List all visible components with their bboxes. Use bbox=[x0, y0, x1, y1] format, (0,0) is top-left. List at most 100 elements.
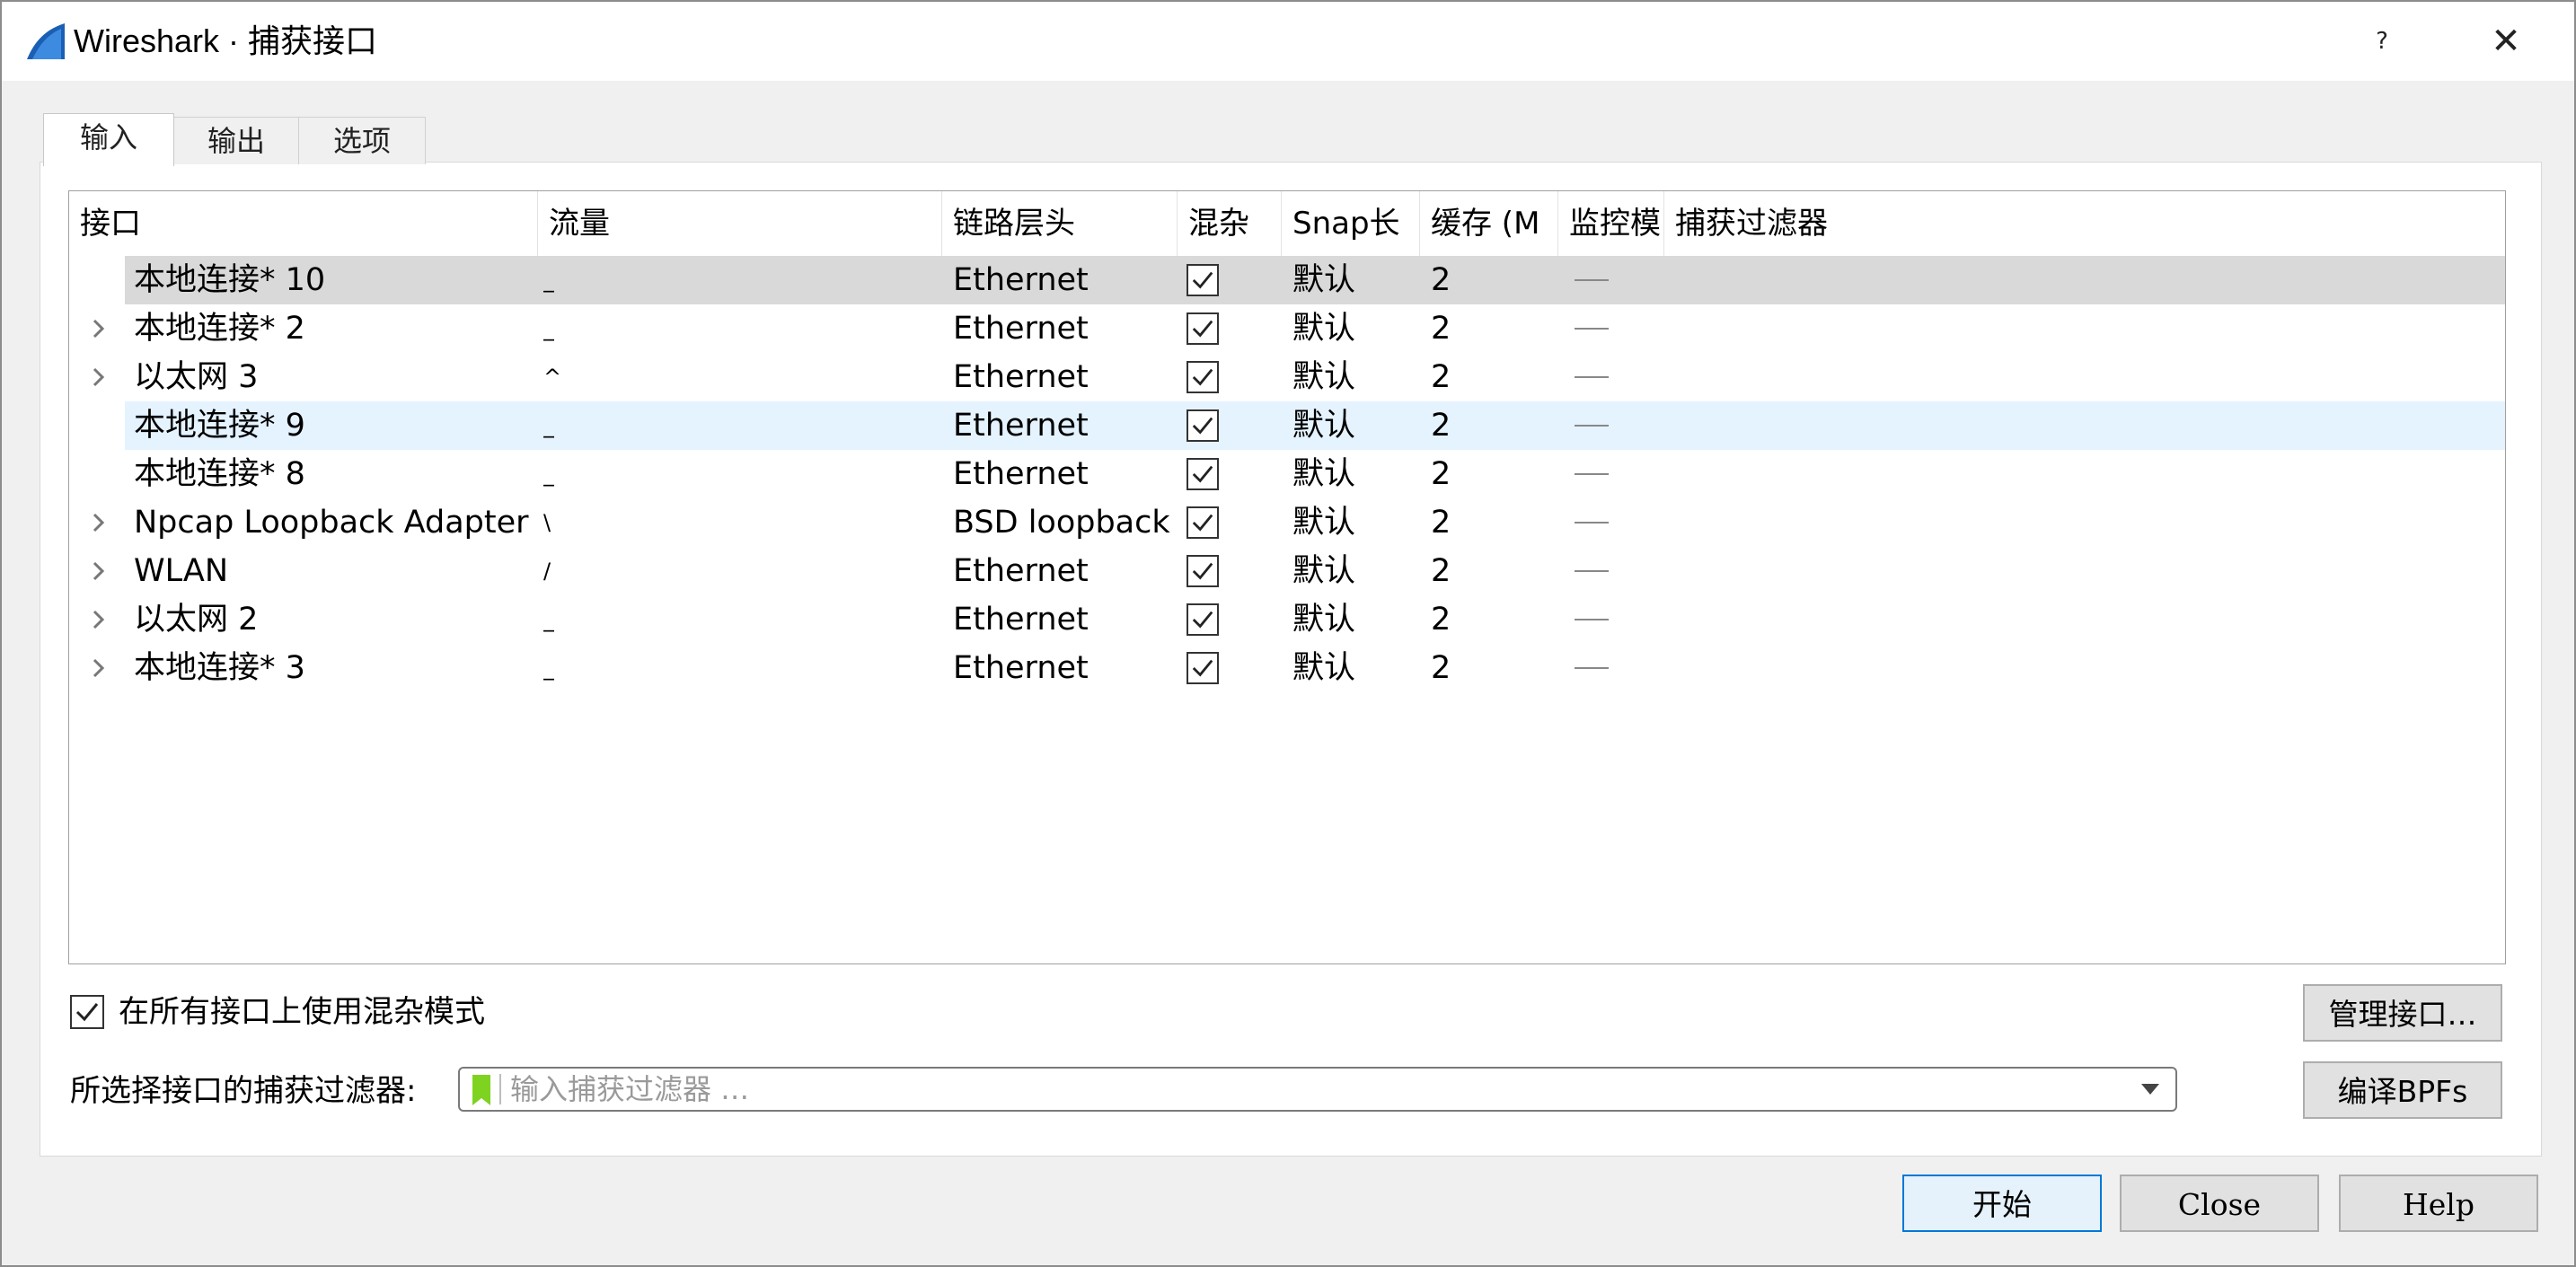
interface-name: Npcap Loopback Adapter bbox=[134, 505, 529, 541]
traffic-sparkline: _ bbox=[543, 268, 554, 293]
chevron-right-icon[interactable] bbox=[87, 512, 109, 533]
link-layer-header: Ethernet bbox=[953, 408, 1089, 444]
link-layer-header: Ethernet bbox=[953, 602, 1089, 638]
check-icon bbox=[1192, 368, 1213, 386]
promiscuous-checkbox[interactable] bbox=[1187, 458, 1219, 490]
link-layer-header: BSD loopback bbox=[953, 505, 1170, 541]
check-icon bbox=[1192, 659, 1213, 677]
table-row[interactable]: 本地连接* 2 _ Ethernet 默认 2 bbox=[69, 304, 2505, 353]
col-link-layer[interactable]: 链路层头 bbox=[942, 191, 1178, 256]
promiscuous-checkbox[interactable] bbox=[1187, 409, 1219, 442]
table-row[interactable]: 本地连接* 10 _ Ethernet 默认 2 bbox=[69, 256, 2505, 304]
start-button[interactable]: 开始 bbox=[1902, 1175, 2102, 1232]
manage-interfaces-button[interactable]: 管理接口… bbox=[2303, 984, 2502, 1042]
traffic-sparkline: _ bbox=[543, 316, 554, 341]
traffic-sparkline: _ bbox=[543, 462, 554, 487]
snaplen-value: 默认 bbox=[1292, 650, 1356, 686]
filter-separator bbox=[499, 1074, 501, 1104]
traffic-sparkline: _ bbox=[543, 607, 554, 632]
snaplen-value: 默认 bbox=[1292, 602, 1356, 638]
buffer-size-value: 2 bbox=[1431, 262, 1451, 298]
interface-name: 以太网 2 bbox=[134, 602, 259, 638]
help-button[interactable]: Help bbox=[2339, 1175, 2538, 1232]
snaplen-value: 默认 bbox=[1292, 262, 1356, 298]
link-layer-header: Ethernet bbox=[953, 650, 1089, 686]
check-icon bbox=[1192, 271, 1213, 289]
title-bar: Wireshark · 捕获接口 ? ✕ bbox=[2, 2, 2574, 81]
compile-bpfs-button[interactable]: 编译BPFs bbox=[2303, 1061, 2502, 1119]
table-row[interactable]: 以太网 3 ^ Ethernet 默认 2 bbox=[69, 353, 2505, 401]
buffer-size-value: 2 bbox=[1431, 311, 1451, 347]
help-title-button[interactable]: ? bbox=[2346, 14, 2418, 68]
interface-name: 本地连接* 3 bbox=[134, 650, 305, 686]
col-interface[interactable]: 接口 bbox=[69, 191, 538, 256]
check-icon bbox=[1192, 417, 1213, 435]
interfaces-table[interactable]: 接口 流量 链路层头 混杂 Snap长 缓存 (M 监控模 捕获过滤器 本地连接… bbox=[68, 190, 2506, 964]
promisc-all-label[interactable]: 在所有接口上使用混杂模式 bbox=[119, 990, 485, 1034]
capture-filter-combobox[interactable] bbox=[458, 1067, 2177, 1112]
table-row[interactable]: 以太网 2 _ Ethernet 默认 2 bbox=[69, 595, 2505, 644]
col-snaplen[interactable]: Snap长 bbox=[1282, 191, 1420, 256]
close-window-button[interactable]: ✕ bbox=[2470, 14, 2542, 68]
link-layer-header: Ethernet bbox=[953, 553, 1089, 589]
snaplen-value: 默认 bbox=[1292, 408, 1356, 444]
promiscuous-checkbox[interactable] bbox=[1187, 555, 1219, 587]
promiscuous-checkbox[interactable] bbox=[1187, 652, 1219, 684]
table-row[interactable]: Npcap Loopback Adapter \ BSD loopback 默认 2 bbox=[69, 498, 2505, 547]
capture-interfaces-dialog: Wireshark · 捕获接口 ? ✕ 输入 输出 选项 接口 流量 链路层头… bbox=[0, 0, 2576, 1267]
tab-input[interactable]: 输入 bbox=[43, 113, 174, 166]
check-icon bbox=[1192, 514, 1213, 532]
traffic-sparkline: _ bbox=[543, 655, 554, 681]
bookmark-icon[interactable] bbox=[472, 1075, 490, 1105]
capture-filter-input[interactable] bbox=[510, 1069, 2109, 1110]
snaplen-value: 默认 bbox=[1292, 359, 1356, 395]
snaplen-value: 默认 bbox=[1292, 311, 1356, 347]
tab-output[interactable]: 输出 bbox=[172, 117, 300, 164]
table-row[interactable]: 本地连接* 9 _ Ethernet 默认 2 bbox=[69, 401, 2505, 450]
chevron-right-icon[interactable] bbox=[87, 366, 109, 388]
check-icon bbox=[1192, 611, 1213, 629]
col-capture-filter[interactable]: 捕获过滤器 bbox=[1664, 191, 2505, 256]
chevron-right-icon[interactable] bbox=[87, 657, 109, 679]
check-icon bbox=[75, 1003, 99, 1022]
monitor-mode-unavailable bbox=[1575, 328, 1609, 330]
col-traffic[interactable]: 流量 bbox=[538, 191, 942, 256]
promisc-all-checkbox[interactable] bbox=[70, 995, 104, 1029]
snaplen-value: 默认 bbox=[1292, 505, 1356, 541]
promiscuous-checkbox[interactable] bbox=[1187, 361, 1219, 393]
tab-options[interactable]: 选项 bbox=[298, 117, 426, 164]
col-promiscuous[interactable]: 混杂 bbox=[1178, 191, 1282, 256]
chevron-right-icon[interactable] bbox=[87, 609, 109, 630]
table-row[interactable]: 本地连接* 8 _ Ethernet 默认 2 bbox=[69, 450, 2505, 498]
link-layer-header: Ethernet bbox=[953, 311, 1089, 347]
monitor-mode-unavailable bbox=[1575, 667, 1609, 669]
promiscuous-checkbox[interactable] bbox=[1187, 264, 1219, 296]
close-button[interactable]: Close bbox=[2120, 1175, 2319, 1232]
link-layer-header: Ethernet bbox=[953, 456, 1089, 492]
monitor-mode-unavailable bbox=[1575, 570, 1609, 572]
buffer-size-value: 2 bbox=[1431, 553, 1451, 589]
buffer-size-value: 2 bbox=[1431, 505, 1451, 541]
table-header: 接口 流量 链路层头 混杂 Snap长 缓存 (M 监控模 捕获过滤器 bbox=[69, 191, 2505, 256]
interface-name: 本地连接* 2 bbox=[134, 311, 305, 347]
check-icon bbox=[1192, 320, 1213, 338]
snaplen-value: 默认 bbox=[1292, 553, 1356, 589]
col-buffer[interactable]: 缓存 (M bbox=[1420, 191, 1558, 256]
chevron-right-icon[interactable] bbox=[87, 318, 109, 339]
promiscuous-checkbox[interactable] bbox=[1187, 603, 1219, 636]
check-icon bbox=[1192, 562, 1213, 580]
col-monitor-mode[interactable]: 监控模 bbox=[1558, 191, 1664, 256]
promiscuous-checkbox[interactable] bbox=[1187, 312, 1219, 345]
interface-name: 本地连接* 10 bbox=[134, 262, 326, 298]
promiscuous-checkbox[interactable] bbox=[1187, 506, 1219, 539]
interface-name: WLAN bbox=[134, 553, 229, 589]
dropdown-arrow-icon[interactable] bbox=[2141, 1084, 2159, 1095]
wireshark-fin-icon bbox=[27, 23, 65, 59]
monitor-mode-unavailable bbox=[1575, 473, 1609, 475]
table-row[interactable]: 本地连接* 3 _ Ethernet 默认 2 bbox=[69, 644, 2505, 692]
chevron-right-icon[interactable] bbox=[87, 560, 109, 582]
monitor-mode-unavailable bbox=[1575, 522, 1609, 524]
interface-name: 本地连接* 8 bbox=[134, 456, 305, 492]
link-layer-header: Ethernet bbox=[953, 359, 1089, 395]
table-row[interactable]: WLAN / Ethernet 默认 2 bbox=[69, 547, 2505, 595]
